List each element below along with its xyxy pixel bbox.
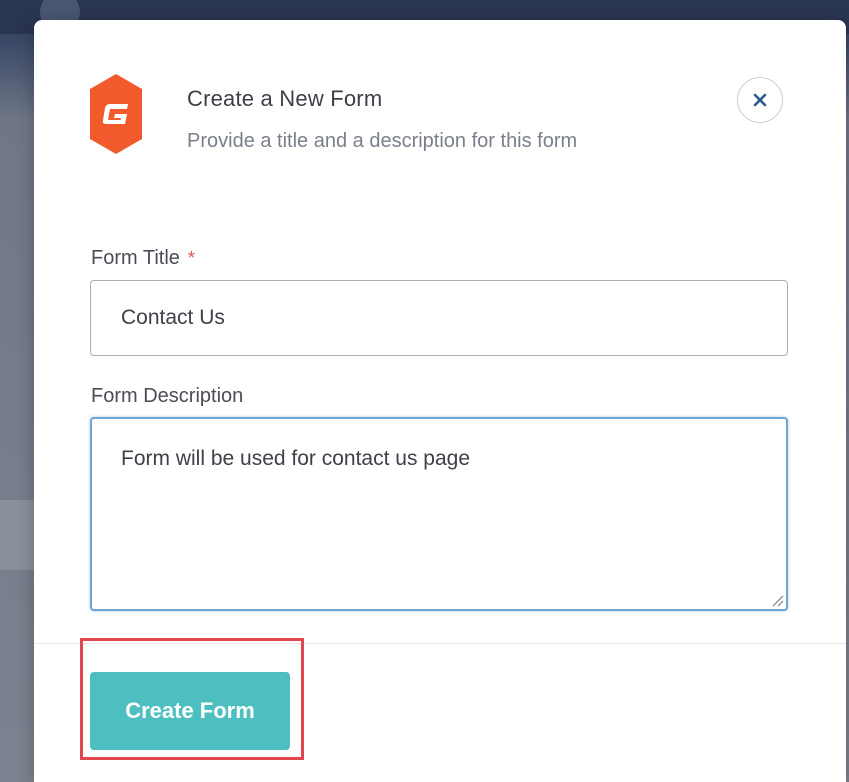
- close-button[interactable]: [737, 77, 783, 123]
- form-title-label: Form Title *: [91, 247, 195, 270]
- required-marker: *: [187, 248, 195, 268]
- close-icon: [753, 93, 767, 107]
- modal-title: Create a New Form: [187, 86, 383, 111]
- form-title-input[interactable]: [90, 280, 788, 356]
- backdrop-panel: [0, 500, 34, 570]
- create-form-modal: Create a New Form Provide a title and a …: [34, 20, 846, 782]
- form-title-label-text: Form Title: [91, 247, 180, 269]
- form-description-label: Form Description: [91, 385, 244, 407]
- resize-grip-icon[interactable]: [770, 593, 784, 607]
- gravity-forms-logo: [90, 74, 142, 154]
- form-description-textarea[interactable]: Form will be used for contact us page: [90, 417, 788, 611]
- highlight-annotation: [80, 638, 304, 760]
- modal-subtitle: Provide a title and a description for th…: [187, 130, 578, 152]
